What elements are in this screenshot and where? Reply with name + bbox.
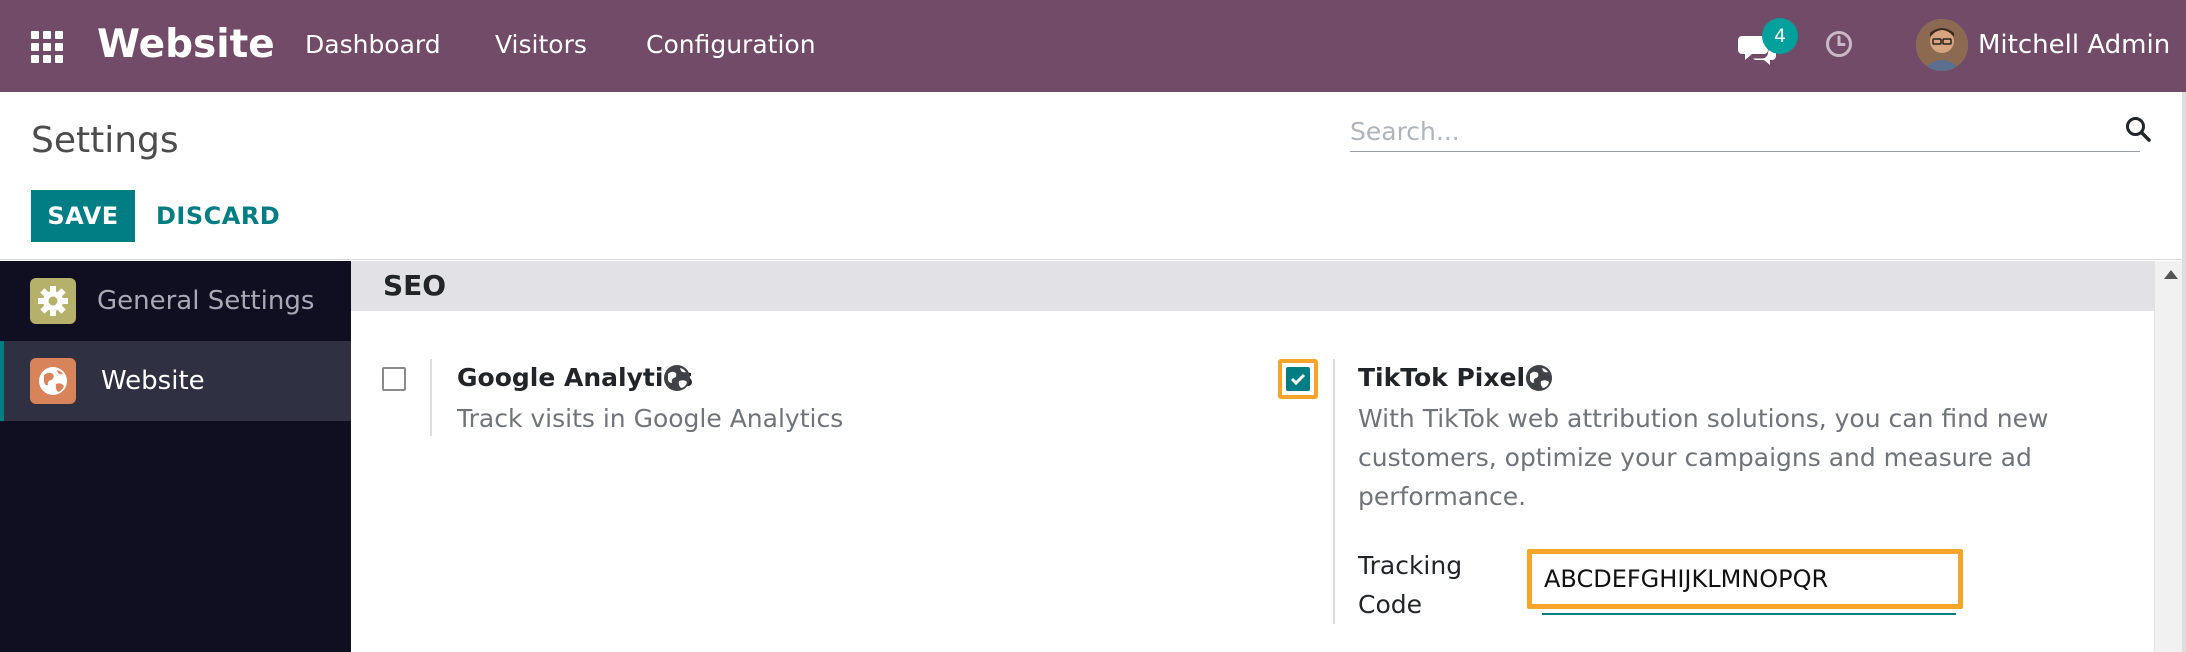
messages-count-badge: 4 bbox=[1762, 18, 1798, 54]
tracking-code-input[interactable] bbox=[1527, 549, 1963, 609]
globe-icon bbox=[30, 358, 76, 404]
search-bar bbox=[1350, 110, 2151, 152]
google-analytics-description: Track visits in Google Analytics bbox=[457, 404, 844, 433]
app-title[interactable]: Website bbox=[97, 20, 275, 70]
settings-sidebar: General Settings Website bbox=[0, 261, 351, 652]
check-icon bbox=[1290, 373, 1306, 386]
menu-dashboard[interactable]: Dashboard bbox=[305, 26, 441, 64]
sidebar-item-label: General Settings bbox=[97, 286, 315, 316]
clock-icon bbox=[1826, 31, 1852, 57]
menu-visitors[interactable]: Visitors bbox=[495, 26, 587, 64]
divider bbox=[1333, 359, 1335, 624]
search-input[interactable] bbox=[1350, 112, 2090, 150]
tiktok-pixel-description-line: performance. bbox=[1358, 482, 1527, 511]
tiktok-pixel-checkbox[interactable] bbox=[1286, 367, 1310, 391]
tracking-code-label: Code bbox=[1358, 590, 1423, 619]
globe-icon bbox=[664, 365, 690, 391]
discard-button[interactable]: DISCARD bbox=[156, 190, 280, 242]
tiktok-pixel-description-line: With TikTok web attribution solutions, y… bbox=[1358, 404, 2049, 433]
tiktok-pixel-description-line: customers, optimize your campaigns and m… bbox=[1358, 443, 2032, 472]
page-title: Settings bbox=[31, 120, 179, 161]
tracking-code-label: Tracking bbox=[1358, 551, 1463, 580]
google-analytics-title: Google Analytics bbox=[457, 363, 694, 392]
avatar-image bbox=[1916, 19, 1968, 71]
control-panel: Settings SAVE DISCARD bbox=[0, 92, 2186, 260]
tiktok-pixel-title: TikTok Pixel bbox=[1358, 363, 1526, 392]
google-analytics-checkbox[interactable] bbox=[382, 367, 406, 391]
user-avatar[interactable] bbox=[1916, 19, 1968, 71]
settings-content: SEO Google Analytics Track visits in Goo… bbox=[351, 261, 2154, 652]
section-title: SEO bbox=[383, 269, 447, 302]
activities-button[interactable] bbox=[1824, 29, 1854, 59]
divider bbox=[430, 359, 432, 436]
sidebar-item-general-settings[interactable]: General Settings bbox=[0, 261, 351, 341]
apps-menu-icon[interactable] bbox=[31, 31, 65, 63]
user-name[interactable]: Mitchell Admin bbox=[1978, 26, 2170, 64]
sidebar-item-label: Website bbox=[101, 366, 205, 396]
scroll-up-arrow-icon[interactable] bbox=[2164, 270, 2178, 279]
sidebar-item-website[interactable]: Website bbox=[0, 341, 351, 421]
menu-configuration[interactable]: Configuration bbox=[646, 26, 816, 64]
globe-icon bbox=[1526, 365, 1552, 391]
save-button[interactable]: SAVE bbox=[31, 190, 135, 242]
top-navbar: Website Dashboard Visitors Configuration… bbox=[0, 0, 2186, 92]
section-header: SEO bbox=[351, 261, 2154, 311]
window-edge bbox=[2182, 92, 2186, 652]
search-icon[interactable] bbox=[2124, 115, 2152, 143]
input-underline bbox=[1542, 613, 1956, 615]
gear-icon bbox=[30, 278, 76, 324]
